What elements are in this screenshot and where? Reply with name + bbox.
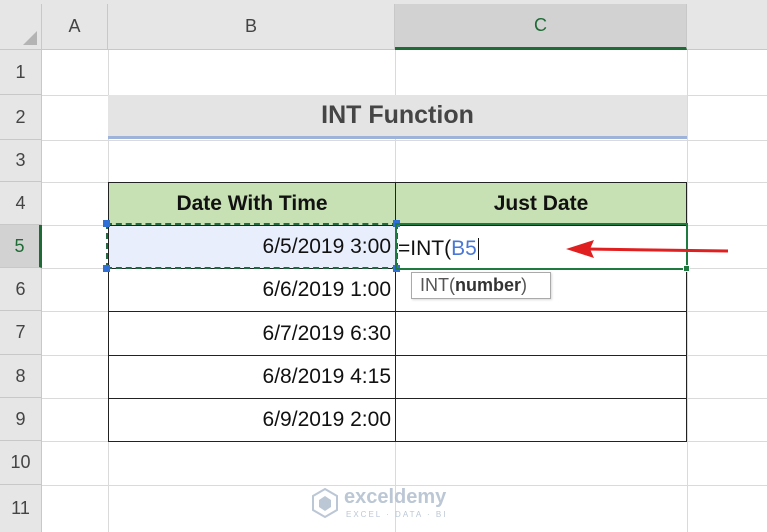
column-header-c[interactable]: C <box>395 4 687 50</box>
formula-reference: B5 <box>451 237 477 260</box>
row-header-7[interactable]: 7 <box>0 311 42 355</box>
gridline <box>42 140 767 141</box>
arrow-pointer-icon <box>566 240 729 258</box>
tooltip-suffix: ) <box>521 275 528 295</box>
formula-in-cell[interactable]: =INT(B5 <box>398 236 479 262</box>
row-header-10[interactable]: 10 <box>0 441 42 485</box>
row-header-9[interactable]: 9 <box>0 398 42 441</box>
function-tooltip[interactable]: INT(number) <box>411 272 551 299</box>
range-handle[interactable] <box>103 220 110 227</box>
tooltip-function-name: INT( <box>420 275 455 295</box>
watermark-name: exceldemy <box>344 486 447 508</box>
header-just-date[interactable]: Just Date <box>395 182 687 226</box>
cell-c9[interactable] <box>395 398 687 442</box>
copy-reference-border <box>106 223 398 269</box>
column-header-b[interactable]: B <box>108 4 395 50</box>
watermark-tagline: EXCEL · DATA · BI <box>346 510 448 519</box>
cell-b8[interactable]: 6/8/2019 4:15 <box>108 355 396 399</box>
row-header-8[interactable]: 8 <box>0 355 42 398</box>
text-caret <box>477 238 479 261</box>
cell-c8[interactable] <box>395 355 687 399</box>
cell-c7[interactable] <box>395 311 687 356</box>
gridline <box>687 50 688 532</box>
formula-prefix: =INT( <box>398 237 452 260</box>
row-header-1[interactable]: 1 <box>0 50 42 95</box>
cell-b6[interactable]: 6/6/2019 1:00 <box>108 268 396 312</box>
tooltip-argument[interactable]: number <box>455 275 521 296</box>
column-header-d[interactable] <box>687 4 767 50</box>
row-header-2[interactable]: 2 <box>0 95 42 140</box>
row-header-6[interactable]: 6 <box>0 268 42 311</box>
select-all-triangle-icon <box>23 31 37 45</box>
cell-b7[interactable]: 6/7/2019 6:30 <box>108 311 396 356</box>
range-handle[interactable] <box>103 265 110 272</box>
select-all-button[interactable] <box>0 4 42 50</box>
header-date-with-time[interactable]: Date With Time <box>108 182 396 226</box>
exceldemy-logo-icon <box>312 488 338 518</box>
cell-b9[interactable]: 6/9/2019 2:00 <box>108 398 396 442</box>
sheet-title[interactable]: INT Function <box>108 95 687 139</box>
row-header-11[interactable]: 11 <box>0 485 42 532</box>
row-header-3[interactable]: 3 <box>0 140 42 182</box>
watermark: exceldemy EXCEL · DATA · BI <box>312 486 462 526</box>
row-header-5[interactable]: 5 <box>0 225 42 268</box>
fill-handle[interactable] <box>683 265 690 272</box>
column-header-a[interactable]: A <box>42 4 108 50</box>
row-header-4[interactable]: 4 <box>0 182 42 225</box>
